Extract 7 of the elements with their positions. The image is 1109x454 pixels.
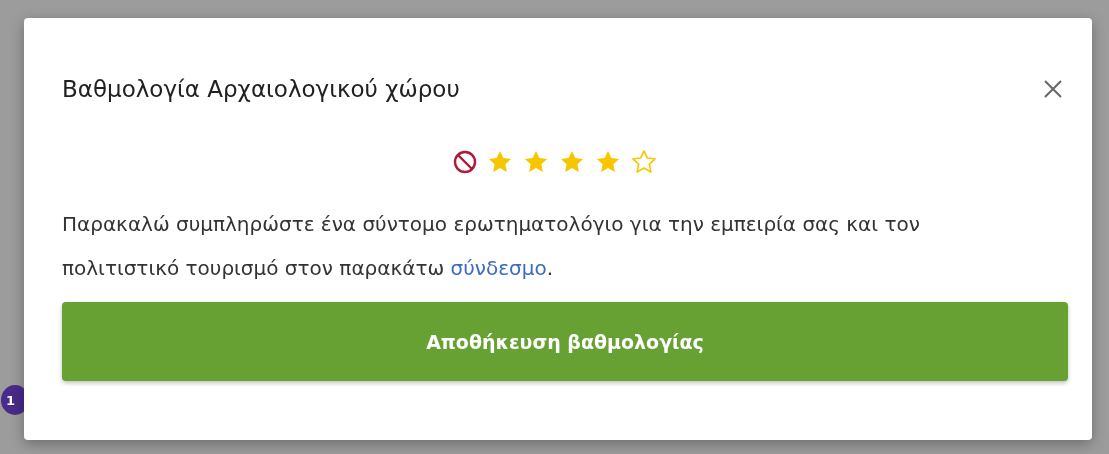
- dialog-title: Βαθμολογία Αρχαιολογικού χώρου: [62, 76, 460, 102]
- empty-star-icon[interactable]: [630, 148, 658, 176]
- close-icon[interactable]: [1042, 78, 1064, 100]
- survey-link[interactable]: σύνδεσμο: [450, 256, 547, 280]
- clear-rating-icon[interactable]: [452, 149, 478, 175]
- survey-message: Παρακαλώ συμπληρώστε ένα σύντομο ερωτηματολόγιο για την εμπειρία σας και τον πολιτιστικό τουρισμό στον παρακάτω σύνδεσμο.: [62, 211, 921, 282]
- save-rating-button[interactable]: Αποθήκευση βαθμολογίας: [62, 302, 1068, 381]
